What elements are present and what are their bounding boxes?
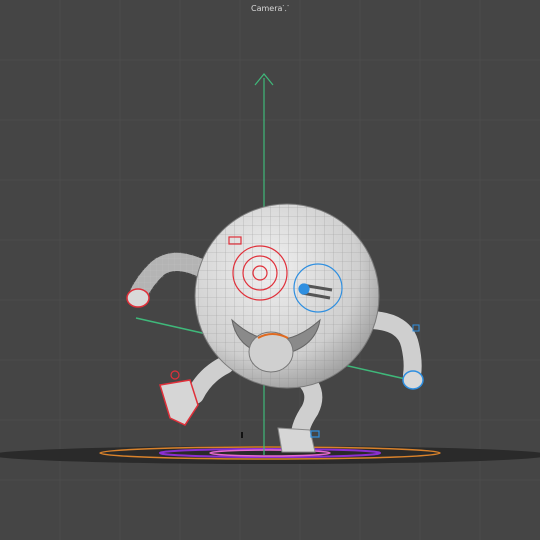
right-arm[interactable] <box>363 311 424 390</box>
left-leg[interactable] <box>159 356 234 426</box>
scene-canvas[interactable] <box>0 0 540 540</box>
ground-plane[interactable] <box>0 446 540 464</box>
shoulder-control-marker[interactable] <box>412 324 420 332</box>
3d-viewport[interactable]: Camera⸪ <box>0 0 540 540</box>
